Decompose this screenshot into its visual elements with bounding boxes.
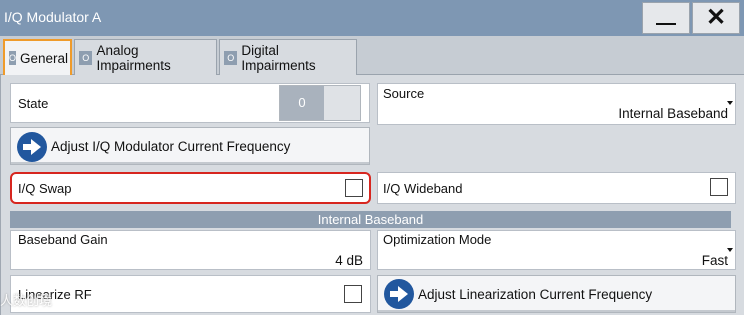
iq-wideband-row[interactable]: I/Q Wideband: [377, 172, 736, 204]
state-toggle-value: 0: [280, 86, 324, 120]
state-label: State: [18, 96, 49, 111]
tab-bar: O General O Analog Impairments O Digital…: [0, 36, 744, 75]
tab-analog-impairments[interactable]: O Analog Impairments: [74, 39, 217, 75]
linearize-rf-row[interactable]: Linearize RF: [10, 275, 371, 313]
source-value: Internal Baseband: [618, 106, 728, 121]
chevron-down-icon: [727, 101, 733, 105]
iq-swap-checkbox[interactable]: [345, 179, 363, 197]
close-button[interactable]: ✕: [692, 2, 740, 34]
minimize-button[interactable]: [642, 2, 690, 34]
tab-indicator: O: [79, 50, 93, 65]
optimization-mode-value: Fast: [701, 253, 728, 268]
iq-swap-row[interactable]: I/Q Swap: [10, 172, 371, 204]
general-panel: State 0 Source Internal Baseband Adjust …: [0, 75, 744, 315]
section-header-internal-baseband: Internal Baseband: [10, 211, 731, 228]
tab-label: Analog Impairments: [96, 42, 171, 73]
adjust-iq-modulator-label: Adjust I/Q Modulator Current Frequency: [51, 139, 291, 154]
linearize-rf-checkbox[interactable]: [344, 285, 362, 303]
window-title: I/Q Modulator A: [4, 9, 102, 25]
tab-indicator: O: [9, 51, 17, 65]
baseband-gain-value: 4 dB: [335, 253, 363, 268]
watermark: 人数创境: [0, 293, 53, 308]
window-titlebar: I/Q Modulator A ✕: [0, 0, 744, 36]
optimization-mode-label: Optimization Mode: [383, 232, 492, 247]
tab-indicator: O: [224, 50, 238, 65]
adjust-iq-modulator-button[interactable]: Adjust I/Q Modulator Current Frequency: [10, 127, 370, 165]
source-dropdown[interactable]: Source Internal Baseband: [377, 83, 736, 125]
baseband-gain-label: Baseband Gain: [18, 232, 108, 247]
adjust-linearization-button[interactable]: Adjust Linearization Current Frequency: [377, 275, 736, 313]
source-label: Source: [383, 86, 425, 101]
optimization-mode-dropdown[interactable]: Optimization Mode Fast: [377, 230, 736, 270]
chevron-down-icon: [727, 248, 733, 252]
arrow-right-icon: [384, 279, 414, 309]
baseband-gain-field[interactable]: Baseband Gain 4 dB: [10, 230, 371, 270]
state-row: State 0: [10, 83, 370, 123]
state-toggle[interactable]: 0: [279, 85, 361, 121]
iq-wideband-checkbox[interactable]: [710, 178, 728, 196]
tab-digital-impairments[interactable]: O Digital Impairments: [219, 39, 357, 75]
arrow-right-icon: [17, 132, 47, 162]
close-icon: ✕: [705, 4, 727, 31]
tab-general[interactable]: O General: [3, 39, 72, 75]
minimize-icon: [656, 23, 676, 25]
tab-label: General: [20, 50, 69, 66]
tab-label: Digital Impairments: [241, 42, 316, 73]
adjust-linearization-label: Adjust Linearization Current Frequency: [418, 287, 653, 302]
iq-swap-label: I/Q Swap: [18, 181, 72, 196]
iq-wideband-label: I/Q Wideband: [383, 181, 463, 196]
